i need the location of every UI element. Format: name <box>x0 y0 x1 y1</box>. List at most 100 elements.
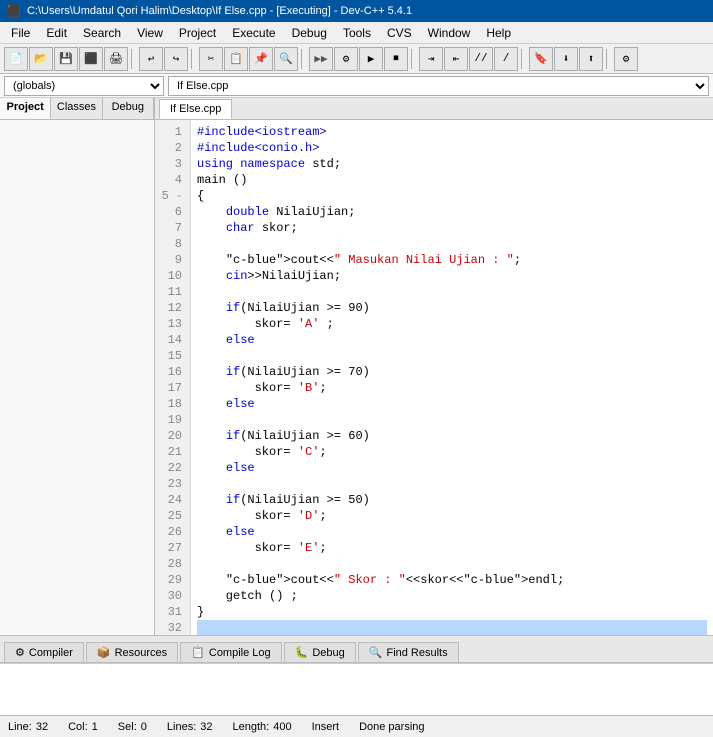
compile-run-button[interactable]: ▶▶ <box>309 47 333 71</box>
line-num-3: 3 <box>155 156 186 172</box>
bottom-tab-compile-log[interactable]: 📋Compile Log <box>180 642 281 662</box>
status-done: Done parsing <box>359 721 424 733</box>
editor-content: 12345 -678910111213141516171819202122232… <box>155 120 713 635</box>
line-num-22: 22 <box>155 460 186 476</box>
bottom-tab-label-1: Resources <box>115 647 168 659</box>
globals-dropdown[interactable]: (globals) <box>4 76 164 96</box>
line-num-5: 5 - <box>155 188 186 204</box>
code-line-4: main () <box>197 172 707 188</box>
menu-item-view[interactable]: View <box>130 24 170 42</box>
save-button[interactable]: 💾 <box>54 47 78 71</box>
line-num-9: 9 <box>155 252 186 268</box>
code-line-26: else <box>197 524 707 540</box>
line-num-6: 6 <box>155 204 186 220</box>
menu-item-search[interactable]: Search <box>76 24 128 42</box>
settings-button[interactable]: ⚙ <box>614 47 638 71</box>
sidebar-tab-project[interactable]: Project <box>0 98 51 119</box>
line-value: 32 <box>36 721 48 733</box>
line-num-25: 25 <box>155 508 186 524</box>
title-text: C:\Users\Umdatul Qori Halim\Desktop\If E… <box>27 5 412 17</box>
code-line-32 <box>197 620 707 635</box>
new-button[interactable]: 📄 <box>4 47 28 71</box>
col-label: Col: <box>68 721 88 733</box>
menu-item-cvs[interactable]: CVS <box>380 24 419 42</box>
undo-button[interactable]: ↩ <box>139 47 163 71</box>
editor-tab-bar: If Else.cpp <box>155 98 713 120</box>
copy-button[interactable]: 📋 <box>224 47 248 71</box>
code-line-5: { <box>197 188 707 204</box>
print-button[interactable]: 🖨 <box>104 47 128 71</box>
toolbar: 📄 📂 💾 ⬛ 🖨 ↩ ↪ ✂ 📋 📌 🔍 ▶▶ ⚙ ▶ ⏹ ⇥ ⇤ // / … <box>0 44 713 74</box>
status-lines: Lines: 32 <box>167 721 213 733</box>
bottom-tabs: ⚙Compiler📦Resources📋Compile Log🐛Debug🔍Fi… <box>0 635 713 663</box>
code-content[interactable]: #include<iostream>#include<conio.h>using… <box>191 120 713 635</box>
bottom-tab-resources[interactable]: 📦Resources <box>86 642 178 662</box>
compile-log-icon: 📋 <box>191 646 205 659</box>
next-bookmark-button[interactable]: ⬇ <box>554 47 578 71</box>
open-button[interactable]: 📂 <box>29 47 53 71</box>
line-label: Line: <box>8 721 32 733</box>
status-text: Done parsing <box>359 721 424 733</box>
sel-value: 0 <box>141 721 147 733</box>
code-line-23 <box>197 476 707 492</box>
code-line-28 <box>197 556 707 572</box>
code-line-25: skor= 'D'; <box>197 508 707 524</box>
code-line-27: skor= 'E'; <box>197 540 707 556</box>
bottom-tab-compiler[interactable]: ⚙Compiler <box>4 642 84 662</box>
file-dropdown[interactable]: If Else.cpp <box>168 76 709 96</box>
line-num-27: 27 <box>155 540 186 556</box>
uncomment-button[interactable]: / <box>494 47 518 71</box>
line-num-30: 30 <box>155 588 186 604</box>
indent-button[interactable]: ⇥ <box>419 47 443 71</box>
stop-button[interactable]: ⏹ <box>384 47 408 71</box>
line-num-15: 15 <box>155 348 186 364</box>
code-line-19 <box>197 412 707 428</box>
menu-item-help[interactable]: Help <box>479 24 518 42</box>
main-area: Project Classes Debug If Else.cpp 12345 … <box>0 98 713 635</box>
prev-bookmark-button[interactable]: ⬆ <box>579 47 603 71</box>
editor-tab[interactable]: If Else.cpp <box>159 99 232 119</box>
line-num-16: 16 <box>155 364 186 380</box>
bottom-tab-find-results[interactable]: 🔍Find Results <box>358 642 459 662</box>
line-num-13: 13 <box>155 316 186 332</box>
col-value: 1 <box>92 721 98 733</box>
sidebar-tab-debug[interactable]: Debug <box>103 98 154 119</box>
sidebar-content <box>0 120 154 635</box>
menu-item-tools[interactable]: Tools <box>336 24 378 42</box>
bottom-tab-label-3: Debug <box>312 647 344 659</box>
line-numbers: 12345 -678910111213141516171819202122232… <box>155 120 191 635</box>
title-bar: ⬛ C:\Users\Umdatul Qori Halim\Desktop\If… <box>0 0 713 22</box>
run-button[interactable]: ▶ <box>359 47 383 71</box>
length-label: Length: <box>233 721 270 733</box>
menu-item-project[interactable]: Project <box>172 24 223 42</box>
bottom-tab-debug[interactable]: 🐛Debug <box>284 642 356 662</box>
sidebar-tabs: Project Classes Debug <box>0 98 154 120</box>
menu-item-window[interactable]: Window <box>421 24 478 42</box>
line-num-20: 20 <box>155 428 186 444</box>
line-num-2: 2 <box>155 140 186 156</box>
comment-button[interactable]: // <box>469 47 493 71</box>
cut-button[interactable]: ✂ <box>199 47 223 71</box>
outdent-button[interactable]: ⇤ <box>444 47 468 71</box>
code-line-30: getch () ; <box>197 588 707 604</box>
menu-item-edit[interactable]: Edit <box>39 24 74 42</box>
mode-value: Insert <box>312 721 340 733</box>
line-num-12: 12 <box>155 300 186 316</box>
find-button[interactable]: 🔍 <box>274 47 298 71</box>
paste-button[interactable]: 📌 <box>249 47 273 71</box>
menu-item-execute[interactable]: Execute <box>225 24 282 42</box>
menu-item-debug[interactable]: Debug <box>285 24 334 42</box>
sidebar-tab-classes[interactable]: Classes <box>51 98 102 119</box>
code-line-21: skor= 'C'; <box>197 444 707 460</box>
bottom-tab-label-0: Compiler <box>29 647 73 659</box>
compile-button[interactable]: ⚙ <box>334 47 358 71</box>
find-results-icon: 🔍 <box>369 646 383 659</box>
menu-item-file[interactable]: File <box>4 24 37 42</box>
redo-button[interactable]: ↪ <box>164 47 188 71</box>
bookmark-button[interactable]: 🔖 <box>529 47 553 71</box>
tb-sep-4 <box>411 49 416 69</box>
menu-bar: FileEditSearchViewProjectExecuteDebugToo… <box>0 22 713 44</box>
code-line-2: #include<conio.h> <box>197 140 707 156</box>
line-num-23: 23 <box>155 476 186 492</box>
save-all-button[interactable]: ⬛ <box>79 47 103 71</box>
